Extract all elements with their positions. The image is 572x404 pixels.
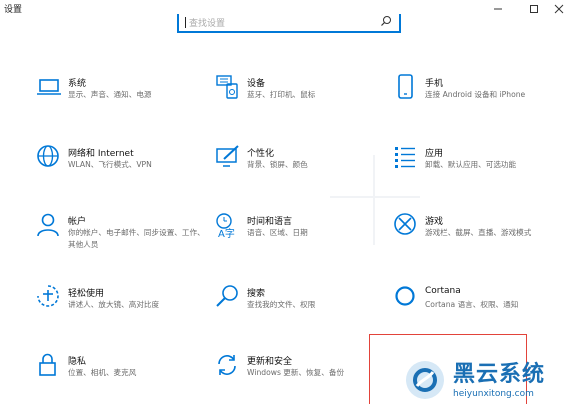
tile-accounts[interactable]: 帐户 你的帐户、电子邮件、同步设置、工作、其他人员 bbox=[36, 212, 206, 256]
svg-text:A字: A字 bbox=[218, 227, 235, 238]
tile-gaming[interactable]: 游戏 游戏栏、截屏、直播、游戏模式 bbox=[393, 212, 563, 256]
minimize-button[interactable] bbox=[480, 0, 516, 18]
tile-title: 搜索 bbox=[247, 289, 266, 299]
xbox-icon bbox=[394, 213, 416, 235]
tile-description: 查找我的文件、权限 bbox=[247, 300, 316, 309]
watermark: 黑云系统 heiyunxitong.com bbox=[403, 356, 571, 403]
search-icon[interactable] bbox=[380, 15, 392, 27]
tile-apps[interactable]: 应用 卸载、默认应用、可选功能 bbox=[393, 144, 563, 188]
text-caret bbox=[185, 17, 186, 28]
person-icon bbox=[37, 213, 59, 237]
tile-system[interactable]: 系统 显示、声音、通知、电源 bbox=[36, 74, 206, 118]
search-input[interactable]: 查找设置 bbox=[177, 14, 401, 33]
time-language-icon: A字 bbox=[216, 213, 235, 238]
tile-description: WLAN、飞行模式、VPN bbox=[68, 160, 152, 169]
tile-description: 连接 Android 设备和 iPhone bbox=[425, 90, 526, 99]
tile-personalization[interactable]: 个性化 背景、锁屏、颜色 bbox=[215, 144, 385, 188]
watermark-logo-icon bbox=[406, 361, 444, 399]
tile-description: 游戏栏、截屏、直播、游戏模式 bbox=[425, 228, 532, 237]
tile-description: 讲述人、放大镜、高对比度 bbox=[68, 300, 160, 309]
tile-title: 游戏 bbox=[425, 217, 444, 227]
tile-network[interactable]: 网络和 Internet WLAN、飞行模式、VPN bbox=[36, 144, 206, 188]
search-placeholder: 查找设置 bbox=[189, 19, 226, 29]
apps-list-icon bbox=[395, 147, 415, 168]
paint-monitor-icon bbox=[216, 145, 239, 167]
tile-title: 更新和安全 bbox=[247, 357, 293, 367]
watermark-url: heiyunxitong.com bbox=[453, 389, 534, 399]
tile-description: 蓝牙、打印机、鼠标 bbox=[247, 90, 316, 99]
tile-title: Cortana bbox=[425, 286, 461, 296]
ease-of-access-icon bbox=[37, 285, 59, 307]
tile-time-language[interactable]: A字 时间和语言 语音、区域、日期 bbox=[215, 212, 385, 256]
tile-description: Windows 更新、恢复、备份 bbox=[247, 368, 345, 377]
close-button[interactable] bbox=[541, 0, 572, 18]
cortana-icon bbox=[395, 286, 415, 306]
tile-title: 轻松使用 bbox=[68, 289, 105, 299]
tile-devices[interactable]: 设备 蓝牙、打印机、鼠标 bbox=[215, 74, 385, 118]
tile-description: 卸载、默认应用、可选功能 bbox=[425, 160, 517, 169]
tile-title: 系统 bbox=[68, 79, 87, 89]
laptop-icon bbox=[37, 79, 61, 95]
maximize-icon bbox=[530, 5, 538, 13]
tile-title: 隐私 bbox=[68, 357, 87, 367]
tile-description: 你的帐户、电子邮件、同步设置、工作、其他人员 bbox=[68, 228, 205, 249]
tile-description: 位置、相机、麦克风 bbox=[68, 368, 137, 377]
tile-title: 设备 bbox=[247, 79, 266, 89]
phone-icon bbox=[398, 74, 413, 99]
tile-title: 应用 bbox=[425, 149, 444, 159]
watermark-brand: 黑云系统 bbox=[453, 362, 546, 387]
tile-title: 手机 bbox=[425, 79, 444, 89]
minimize-icon bbox=[494, 8, 502, 10]
tile-ease-of-access[interactable]: 轻松使用 讲述人、放大镜、高对比度 bbox=[36, 284, 206, 328]
tile-description: Cortana 语言、权限、通知 bbox=[425, 300, 519, 309]
tile-title: 个性化 bbox=[247, 149, 275, 159]
tile-description: 背景、锁屏、颜色 bbox=[247, 160, 308, 169]
tile-update-security[interactable]: 更新和安全 Windows 更新、恢复、备份 bbox=[215, 352, 385, 396]
close-icon bbox=[554, 4, 564, 14]
app-title: 设置 bbox=[4, 5, 23, 15]
tile-title: 帐户 bbox=[68, 217, 87, 227]
background-decoration bbox=[330, 196, 420, 198]
globe-icon bbox=[37, 145, 59, 167]
tile-cortana[interactable]: Cortana Cortana 语言、权限、通知 bbox=[393, 284, 563, 328]
tile-phone[interactable]: 手机 连接 Android 设备和 iPhone bbox=[393, 74, 563, 118]
tile-description: 语音、区域、日期 bbox=[247, 228, 308, 237]
tile-title: 网络和 Internet bbox=[68, 149, 134, 159]
tile-privacy[interactable]: 隐私 位置、相机、麦克风 bbox=[36, 352, 206, 396]
tile-title: 时间和语言 bbox=[247, 217, 293, 227]
sync-icon bbox=[218, 355, 236, 375]
lock-icon bbox=[39, 353, 56, 376]
search-icon bbox=[216, 285, 238, 307]
keyboard-speaker-icon bbox=[216, 75, 238, 99]
tile-search[interactable]: 搜索 查找我的文件、权限 bbox=[215, 284, 385, 328]
tile-description: 显示、声音、通知、电源 bbox=[68, 90, 152, 99]
